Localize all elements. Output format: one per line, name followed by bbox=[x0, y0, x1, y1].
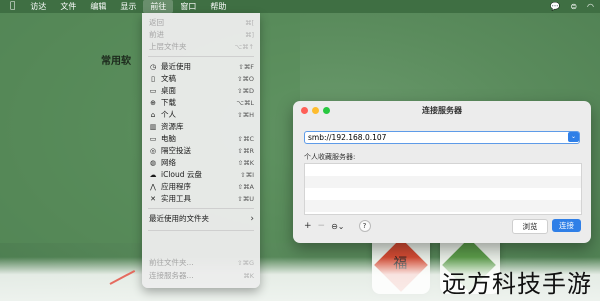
menu-item-back[interactable]: 返回 ⌘[ bbox=[142, 17, 260, 29]
menu-bar:  访达 文件 编辑 显示 前往 窗口 帮助 💬 ⊜ ◠ bbox=[0, 0, 600, 13]
menu-item-computer[interactable]: ▭ 电脑 ⇧⌘C bbox=[142, 133, 260, 145]
menu-item-documents[interactable]: ▯ 文稿 ⇧⌘O bbox=[142, 73, 260, 85]
menu-item-library[interactable]: ▥ 资源库 bbox=[142, 121, 260, 133]
watermark-text: 远方科技手游 bbox=[442, 270, 592, 298]
home-icon: ⌂ bbox=[150, 111, 156, 119]
applications-icon: ⋀ bbox=[150, 183, 156, 191]
menu-item-utilities[interactable]: ✕ 实用工具 ⇧⌘U bbox=[142, 193, 260, 205]
menu-item-connect-server[interactable]: 连接服务器... ⌘K bbox=[142, 270, 260, 282]
go-menu-dropdown: 返回 ⌘[ 前进 ⌘] 上层文件夹 ⌥⌘↑ ◷ 最近使用 ⇧⌘F ▯ 文稿 ⇧⌘… bbox=[142, 13, 260, 288]
icloud-icon: ☁ bbox=[149, 171, 157, 179]
menu-go[interactable]: 前往 bbox=[143, 0, 174, 13]
menu-item-airdrop[interactable]: ◎ 隔空投送 ⇧⌘R bbox=[142, 145, 260, 157]
options-button[interactable]: ⊖⌄ bbox=[331, 222, 344, 231]
favorites-toolbar: + − ⊖⌄ ? bbox=[304, 220, 371, 232]
menu-item-recents[interactable]: ◷ 最近使用 ⇧⌘F bbox=[142, 61, 260, 73]
library-icon: ▥ bbox=[149, 123, 157, 131]
download-icon: ⊕ bbox=[150, 99, 156, 107]
server-address-input[interactable] bbox=[308, 132, 558, 142]
chevron-right-icon: › bbox=[250, 214, 254, 224]
menu-file[interactable]: 文件 bbox=[53, 0, 83, 13]
menu-item-go-to-folder[interactable]: 前往文件夹... ⇧⌘G bbox=[142, 257, 260, 269]
remove-server-button[interactable]: − bbox=[318, 221, 326, 231]
menu-item-downloads[interactable]: ⊕ 下载 ⌥⌘L bbox=[142, 97, 260, 109]
desktop-icon: ▭ bbox=[149, 87, 157, 95]
menu-view[interactable]: 显示 bbox=[113, 0, 143, 13]
clock-icon: ◷ bbox=[149, 63, 157, 71]
menu-item-network[interactable]: ◍ 网络 ⇧⌘K bbox=[142, 157, 260, 169]
menu-item-icloud[interactable]: ☁ iCloud 云盘 ⇧⌘I bbox=[142, 169, 260, 181]
menu-edit[interactable]: 编辑 bbox=[83, 0, 113, 13]
wifi-icon[interactable]: ◠ bbox=[587, 0, 594, 13]
connect-server-dialog: 连接服务器 ⌄ 个人收藏服务器: + − ⊖⌄ ? 浏览 连接 bbox=[293, 101, 591, 243]
menu-item-forward[interactable]: 前进 ⌘] bbox=[142, 29, 260, 41]
computer-icon: ▭ bbox=[149, 135, 157, 143]
wechat-icon[interactable]: 💬 bbox=[550, 0, 560, 13]
sidebar-heading: 常用软 bbox=[101, 56, 131, 67]
menu-finder[interactable]: 访达 bbox=[23, 0, 53, 13]
favorites-label: 个人收藏服务器: bbox=[304, 153, 356, 161]
menu-item-applications[interactable]: ⋀ 应用程序 ⇧⌘A bbox=[142, 181, 260, 193]
menu-window[interactable]: 窗口 bbox=[173, 0, 203, 13]
connect-button[interactable]: 连接 bbox=[552, 219, 581, 232]
favorite-servers-list[interactable] bbox=[304, 163, 582, 215]
menu-item-enclosing-folder[interactable]: 上层文件夹 ⌥⌘↑ bbox=[142, 41, 260, 53]
menu-help[interactable]: 帮助 bbox=[203, 0, 233, 13]
add-server-button[interactable]: + bbox=[304, 221, 312, 231]
menu-item-home[interactable]: ⌂ 个人 ⇧⌘H bbox=[142, 109, 260, 121]
airdrop-icon: ◎ bbox=[149, 147, 157, 155]
utilities-icon: ✕ bbox=[150, 195, 156, 203]
network-icon: ◍ bbox=[149, 159, 157, 167]
menu-item-desktop[interactable]: ▭ 桌面 ⇧⌘D bbox=[142, 85, 260, 97]
server-address-field[interactable]: ⌄ bbox=[304, 131, 580, 144]
help-button[interactable]: ? bbox=[358, 220, 371, 232]
chevron-down-icon[interactable]: ⌄ bbox=[568, 132, 579, 142]
dialog-title: 连接服务器 bbox=[422, 106, 462, 115]
control-center-icon[interactable]: ⊜ bbox=[570, 0, 577, 13]
apple-icon[interactable]:  bbox=[0, 0, 23, 13]
browse-button[interactable]: 浏览 bbox=[512, 219, 548, 234]
menu-item-recent-folders[interactable]: 最近使用的文件夹 › bbox=[142, 213, 260, 225]
document-icon: ▯ bbox=[151, 75, 155, 83]
